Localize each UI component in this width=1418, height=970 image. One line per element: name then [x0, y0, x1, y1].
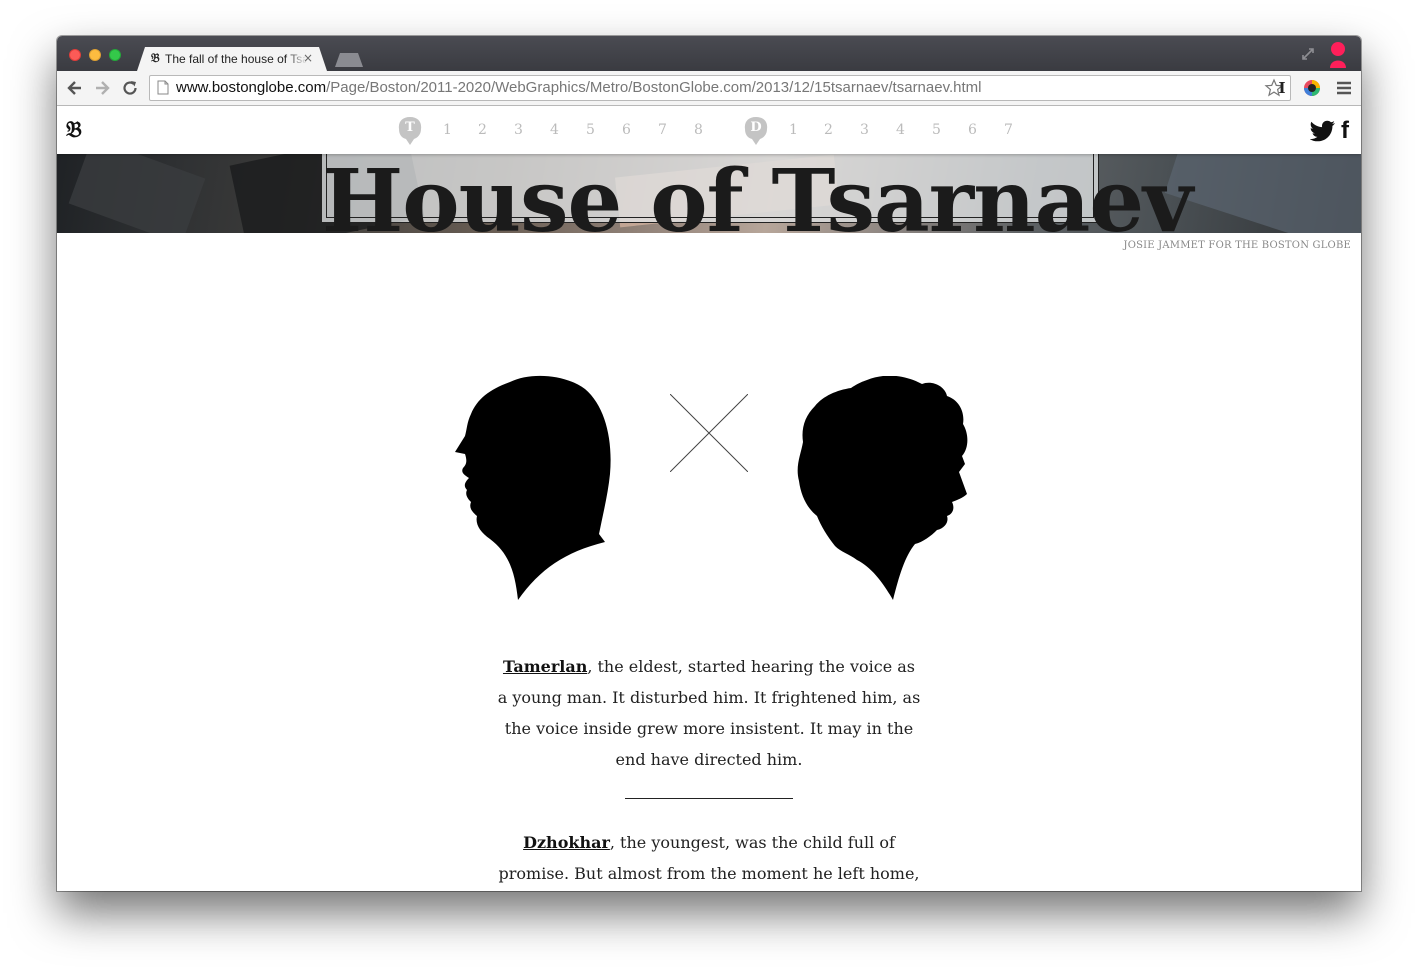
globe-favicon-icon: 𝔅 — [151, 51, 160, 65]
chapter-badge-dzhokhar[interactable]: D — [743, 116, 769, 146]
chapter-link[interactable]: 4 — [896, 122, 905, 138]
forward-arrow-icon — [96, 81, 110, 95]
url-text[interactable]: www.bostonglobe.com/Page/Boston/2011-202… — [176, 79, 981, 96]
address-bar[interactable]: www.bostonglobe.com/Page/Boston/2011-202… — [149, 75, 1291, 101]
facebook-icon[interactable]: f — [1341, 117, 1349, 145]
chapter-badge-letter: T — [405, 120, 415, 135]
tamerlan-silhouette-icon — [455, 375, 611, 600]
chapter-link[interactable]: 1 — [443, 122, 452, 138]
chapter-link[interactable]: 2 — [478, 122, 487, 138]
section-divider — [625, 798, 793, 799]
zoom-window-button[interactable] — [109, 49, 121, 61]
browser-toolbar: www.bostonglobe.com/Page/Boston/2011-202… — [57, 71, 1361, 106]
tab-active[interactable]: 𝔅 The fall of the house of Tsarnaev × — [137, 47, 327, 71]
page-icon — [157, 80, 169, 95]
profile-icon[interactable] — [1327, 40, 1349, 68]
instapaper-extension-button[interactable]: I — [1273, 79, 1291, 97]
paragraph: Tamerlan, the eldest, started hearing th… — [497, 651, 921, 775]
back-button[interactable] — [65, 78, 85, 98]
chapter-link[interactable]: 2 — [824, 122, 833, 138]
back-arrow-icon — [67, 81, 81, 95]
menu-icon[interactable] — [1335, 79, 1353, 97]
chapter-link[interactable]: 5 — [586, 122, 595, 138]
chapter-link[interactable]: 1 — [789, 122, 798, 138]
chapter-link[interactable]: 6 — [968, 122, 977, 138]
chapter-link[interactable]: 4 — [550, 122, 559, 138]
url-path: /Page/Boston/2011-2020/WebGraphics/Metro… — [326, 79, 982, 96]
chapter-link[interactable]: 5 — [932, 122, 941, 138]
dzhokhar-link[interactable]: Dzhokhar — [523, 833, 610, 852]
twitter-icon[interactable] — [1310, 120, 1336, 142]
minimize-window-button[interactable] — [89, 49, 101, 61]
story-paragraph-dzhokhar: Dzhokhar, the youngest, was the child fu… — [497, 827, 921, 891]
site-navigation-bar: 𝔅 T 1 2 3 4 5 6 7 8 D 1 2 3 4 5 6 7 f — [57, 106, 1361, 154]
page-content: House of Tsarnaev 𝔅 T 1 2 3 4 5 6 7 8 D … — [57, 106, 1361, 891]
reload-button[interactable] — [120, 78, 140, 98]
new-tab-button[interactable] — [335, 53, 363, 67]
chapter-link[interactable]: 3 — [860, 122, 869, 138]
story-paragraph-tamerlan: Tamerlan, the eldest, started hearing th… — [497, 651, 921, 775]
color-extension-icon[interactable] — [1303, 79, 1321, 97]
chapter-link[interactable]: 7 — [658, 122, 667, 138]
tab-strip: 𝔅 The fall of the house of Tsarnaev × — [57, 36, 1361, 71]
chapter-link[interactable]: 8 — [694, 122, 703, 138]
url-host: www.bostonglobe.com — [176, 79, 327, 96]
versus-cross-icon — [670, 394, 748, 472]
paragraph: Dzhokhar, the youngest, was the child fu… — [497, 827, 921, 891]
browser-window: 𝔅 The fall of the house of Tsarnaev × — [57, 36, 1361, 891]
chapter-link[interactable]: 7 — [1004, 122, 1013, 138]
chapter-badge-tamerlan[interactable]: T — [397, 116, 423, 146]
tab-close-icon[interactable]: × — [303, 51, 313, 65]
tab-title: The fall of the house of Tsarnaev — [165, 52, 307, 66]
forward-button[interactable] — [92, 78, 112, 98]
tamerlan-link[interactable]: Tamerlan — [503, 657, 587, 676]
photo-credit: JOSIE JAMMET FOR THE BOSTON GLOBE — [1123, 240, 1351, 251]
boston-globe-logo[interactable]: 𝔅 — [66, 117, 82, 143]
chapter-link[interactable]: 3 — [514, 122, 523, 138]
close-window-button[interactable] — [69, 49, 81, 61]
dzhokhar-silhouette-icon — [797, 376, 968, 600]
chapter-link[interactable]: 6 — [622, 122, 631, 138]
hero-title: House of Tsarnaev — [322, 151, 1193, 234]
chapter-badge-letter: D — [750, 120, 762, 135]
fullscreen-icon[interactable] — [1300, 46, 1316, 62]
reload-icon — [123, 81, 137, 95]
